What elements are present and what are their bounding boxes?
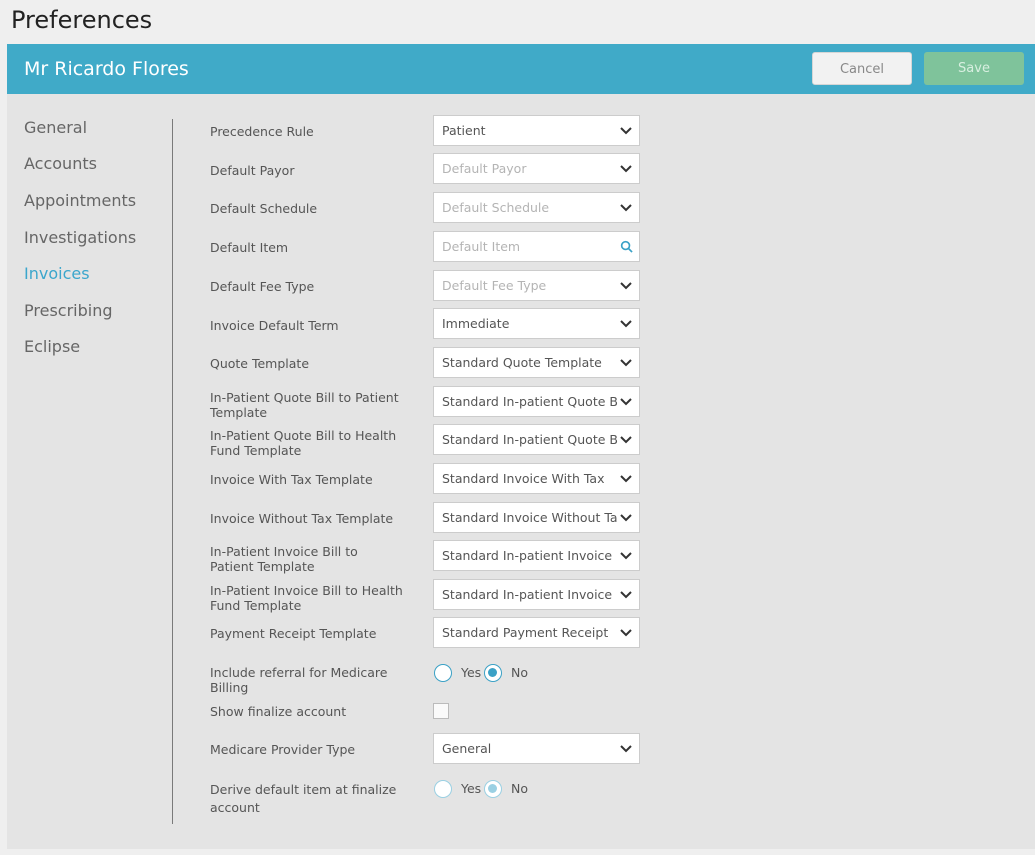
invoice-without-tax-select[interactable]: Standard Invoice Without Tax <box>433 502 640 533</box>
chevron-down-icon <box>620 475 632 483</box>
invoice-with-tax-value: Standard Invoice With Tax <box>442 471 605 486</box>
default-fee-type-placeholder: Default Fee Type <box>442 278 547 293</box>
default-schedule-placeholder: Default Schedule <box>442 200 550 215</box>
quote-template-select[interactable]: Standard Quote Template <box>433 347 640 378</box>
inpatient-quote-fund-value: Standard In-patient Quote Bill <box>442 432 618 447</box>
chevron-down-icon <box>620 514 632 522</box>
inpatient-invoice-patient-value: Standard In-patient Invoice <box>442 548 613 563</box>
derive-default-item-yes-radio[interactable] <box>434 780 452 798</box>
medicare-provider-type-select[interactable]: General <box>433 733 640 764</box>
default-fee-type-label: Default Fee Type <box>210 279 315 294</box>
chevron-down-icon <box>620 398 632 406</box>
chevron-down-icon <box>620 436 632 444</box>
derive-default-item-label: Derive default item at finalize account <box>210 782 397 815</box>
quote-template-value: Standard Quote Template <box>442 355 602 370</box>
invoice-with-tax-select[interactable]: Standard Invoice With Tax <box>433 463 640 494</box>
inpatient-quote-patient-value: Standard In-patient Quote Bill <box>442 394 618 409</box>
default-payor-select[interactable]: Default Payor <box>433 153 640 184</box>
include-referral-label: Include referral for Medicare Billing <box>210 665 388 695</box>
derive-default-item-no-radio[interactable] <box>484 780 502 798</box>
cancel-button[interactable]: Cancel <box>812 52 912 85</box>
chevron-down-icon <box>620 745 632 753</box>
inpatient-quote-fund-select[interactable]: Standard In-patient Quote Bill <box>433 424 640 455</box>
medicare-provider-type-value: General <box>442 741 492 756</box>
default-item-label: Default Item <box>210 240 289 255</box>
invoice-without-tax-value: Standard Invoice Without Tax <box>442 510 618 525</box>
inpatient-quote-patient-label: In-Patient Quote Bill to Patient Templat… <box>210 390 399 420</box>
default-item-search-input[interactable]: Default Item <box>433 231 640 262</box>
invoice-default-term-label: Invoice Default Term <box>210 318 339 333</box>
panel-header: Mr Ricardo Flores Cancel Save <box>7 44 1035 94</box>
nav-item-eclipse[interactable]: Eclipse <box>24 337 80 356</box>
inpatient-invoice-fund-label: In-Patient Invoice Bill to Health Fund T… <box>210 583 403 613</box>
invoice-without-tax-label: Invoice Without Tax Template <box>210 511 394 526</box>
include-referral-no-label: No <box>511 665 528 680</box>
chevron-down-icon <box>620 127 632 135</box>
payment-receipt-select[interactable]: Standard Payment Receipt <box>433 617 640 648</box>
precedence-rule-label: Precedence Rule <box>210 124 314 139</box>
payment-receipt-value: Standard Payment Receipt <box>442 625 609 640</box>
nav-divider <box>172 119 173 824</box>
inpatient-quote-patient-select[interactable]: Standard In-patient Quote Bill <box>433 386 640 417</box>
page-title: Preferences <box>11 6 153 34</box>
quote-template-label: Quote Template <box>210 356 310 371</box>
default-fee-type-select[interactable]: Default Fee Type <box>433 270 640 301</box>
precedence-rule-value: Patient <box>442 123 486 138</box>
nav-item-prescribing[interactable]: Prescribing <box>24 301 113 320</box>
nav-item-invoices[interactable]: Invoices <box>24 264 90 283</box>
payment-receipt-label: Payment Receipt Template <box>210 626 377 641</box>
chevron-down-icon <box>620 359 632 367</box>
invoice-default-term-select[interactable]: Immediate <box>433 308 640 339</box>
nav-item-general[interactable]: General <box>24 118 87 137</box>
default-schedule-label: Default Schedule <box>210 201 318 216</box>
inpatient-invoice-patient-select[interactable]: Standard In-patient Invoice <box>433 540 640 571</box>
derive-default-item-no-label: No <box>511 781 528 796</box>
chevron-down-icon <box>620 552 632 560</box>
invoice-with-tax-label: Invoice With Tax Template <box>210 472 373 487</box>
inpatient-invoice-fund-value: Standard In-patient Invoice <box>442 587 613 602</box>
chevron-down-icon <box>620 320 632 328</box>
show-finalize-checkbox[interactable] <box>433 703 449 719</box>
include-referral-yes-label: Yes <box>461 665 482 680</box>
preferences-panel: Mr Ricardo Flores Cancel Save General Ac… <box>7 44 1035 849</box>
chevron-down-icon <box>620 629 632 637</box>
default-item-placeholder: Default Item <box>442 239 521 254</box>
save-button[interactable]: Save <box>924 52 1024 85</box>
inpatient-invoice-fund-select[interactable]: Standard In-patient Invoice <box>433 579 640 610</box>
chevron-down-icon <box>620 165 632 173</box>
nav-item-accounts[interactable]: Accounts <box>24 154 97 173</box>
patient-name: Mr Ricardo Flores <box>24 58 189 80</box>
nav-item-appointments[interactable]: Appointments <box>24 191 136 210</box>
invoice-default-term-value: Immediate <box>442 316 510 331</box>
precedence-rule-select[interactable]: Patient <box>433 115 640 146</box>
chevron-down-icon <box>620 591 632 599</box>
default-payor-label: Default Payor <box>210 163 295 178</box>
chevron-down-icon <box>620 282 632 290</box>
chevron-down-icon <box>620 204 632 212</box>
include-referral-no-radio[interactable] <box>484 664 502 682</box>
default-payor-placeholder: Default Payor <box>442 161 527 176</box>
include-referral-yes-radio[interactable] <box>434 664 452 682</box>
inpatient-invoice-patient-label: In-Patient Invoice Bill to Patient Templ… <box>210 544 358 574</box>
nav-item-investigations[interactable]: Investigations <box>24 228 136 247</box>
medicare-provider-type-label: Medicare Provider Type <box>210 742 356 757</box>
derive-default-item-yes-label: Yes <box>461 781 482 796</box>
inpatient-quote-fund-label: In-Patient Quote Bill to Health Fund Tem… <box>210 428 397 458</box>
show-finalize-label: Show finalize account <box>210 704 347 719</box>
default-schedule-select[interactable]: Default Schedule <box>433 192 640 223</box>
search-icon[interactable] <box>620 240 633 253</box>
